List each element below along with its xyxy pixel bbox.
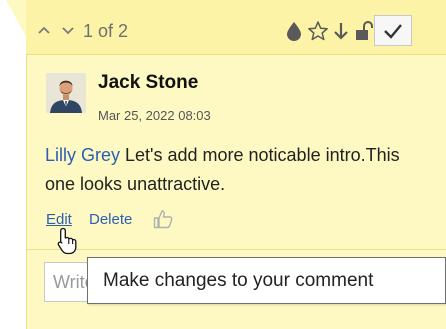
check-icon bbox=[384, 23, 402, 39]
arrow-down-icon[interactable] bbox=[329, 18, 353, 44]
hand-cursor-icon bbox=[56, 226, 80, 256]
star-icon[interactable] bbox=[306, 18, 330, 44]
comment-author: Jack Stone bbox=[98, 72, 199, 93]
thumbs-up-icon[interactable] bbox=[152, 208, 174, 230]
delete-link[interactable]: Delete bbox=[89, 211, 132, 228]
lock-icon[interactable] bbox=[352, 18, 376, 44]
chevron-up-icon[interactable] bbox=[36, 22, 52, 38]
panel-pointer bbox=[6, 0, 28, 40]
drop-icon[interactable] bbox=[282, 18, 306, 44]
edit-tooltip: Make changes to your comment bbox=[87, 257, 446, 304]
mention-link[interactable]: Lilly Grey bbox=[45, 145, 120, 165]
comment-stage: 1 of 2 Jack Stone Mar 25, 2022 08:03 Lil… bbox=[0, 0, 446, 329]
chevron-down-icon[interactable] bbox=[60, 22, 76, 38]
comment-timestamp: Mar 25, 2022 08:03 bbox=[98, 108, 211, 123]
avatar bbox=[46, 73, 86, 113]
comment-counter: 1 of 2 bbox=[83, 21, 129, 41]
comment-text: Lilly Grey Let's add more noticable intr… bbox=[45, 141, 415, 199]
divider bbox=[26, 249, 446, 250]
resolve-check-button[interactable] bbox=[374, 15, 412, 46]
comment-header: 1 of 2 bbox=[26, 0, 446, 55]
